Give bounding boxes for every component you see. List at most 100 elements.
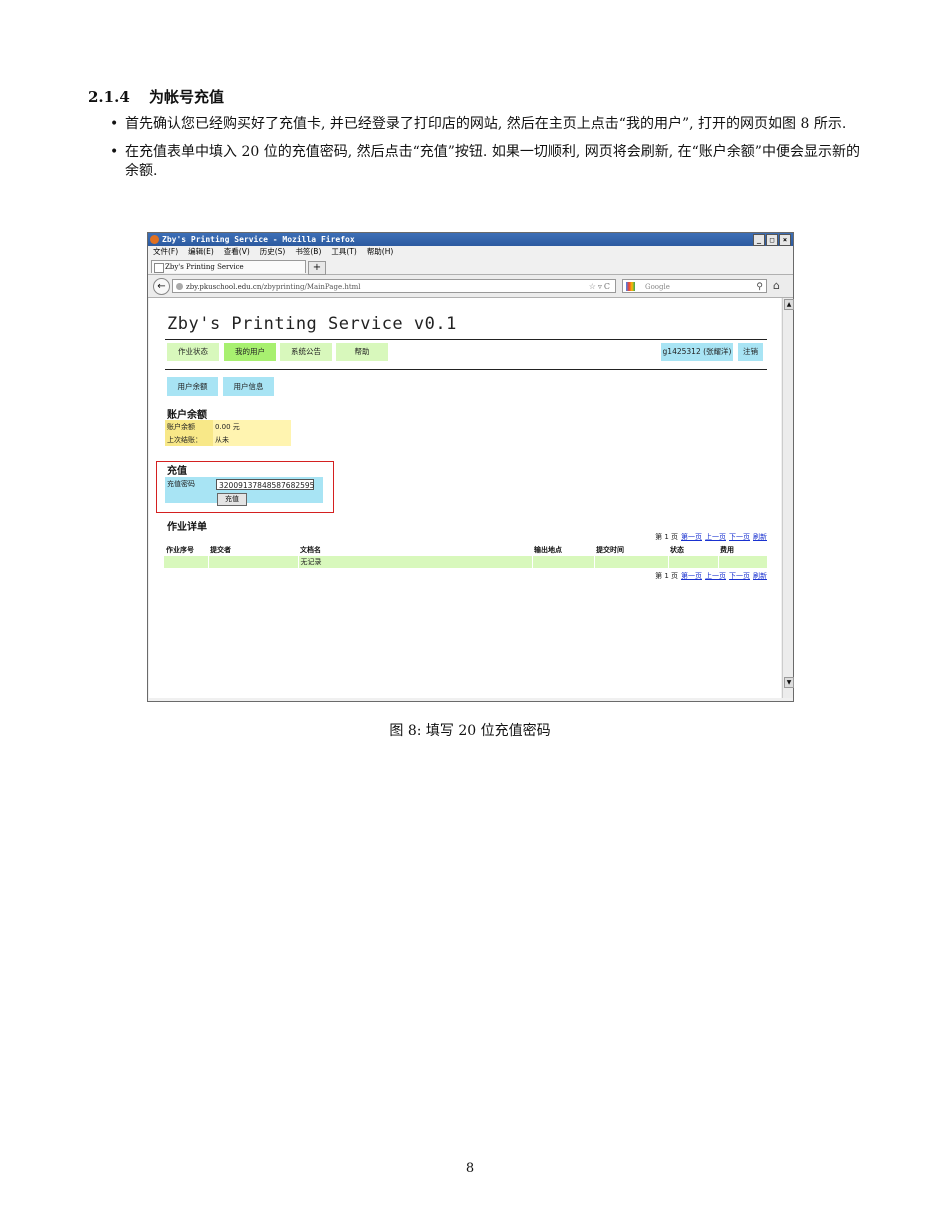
globe-icon [176,283,183,290]
charge-label: 充值密码 [165,477,213,490]
menu-view[interactable]: 查看(V) [224,246,250,258]
search-bar[interactable]: Google ⚲ [622,279,767,293]
section-title: 为帐号充值 [149,88,225,106]
nav-job-status[interactable]: 作业状态 [167,343,219,361]
tab-title: Zby's Printing Service [165,263,244,271]
bullet-icon: • [110,144,119,160]
site-title: Zby's Printing Service v0.1 [167,314,457,334]
tab-bar: Zby's Printing Service + [148,258,793,275]
pager-page: 第 1 页 [655,533,678,541]
bookmark-star-icon[interactable]: ☆▿C [589,280,612,294]
col-submit-time: 提交时间 [596,546,624,554]
nav-my-user[interactable]: 我的用户 [224,343,276,361]
pager-refresh[interactable]: 刷新 [753,533,767,541]
menu-history[interactable]: 历史(S) [260,246,286,258]
nav-help[interactable]: 帮助 [336,343,388,361]
cell [164,556,209,568]
subtab-user-info[interactable]: 用户信息 [223,377,274,396]
col-output: 输出地点 [534,546,562,554]
jobs-heading: 作业详单 [167,522,207,533]
nav-announcements[interactable]: 系统公告 [280,343,332,361]
no-records: 无记录 [298,556,533,568]
header-divider [165,339,767,340]
new-tab-button[interactable]: + [308,261,326,275]
pager-bottom: 第 1 页第一页 上一页 下一页 刷新 [655,571,767,581]
section: 2.1.4 为帐号充值 • 首先确认您已经购买好了充值卡, 并已经登录了打印店的网… [88,86,868,190]
pager-next[interactable]: 下一页 [729,533,750,541]
balance-heading: 账户余额 [167,410,207,421]
col-status: 状态 [670,546,684,554]
page-viewport: Zby's Printing Service v0.1 作业状态 我的用户 系统… [149,298,781,698]
bullet-icon: • [110,116,119,132]
back-arrow-icon[interactable]: ← [153,278,170,295]
logout-button[interactable]: 注销 [738,343,763,361]
charge-button[interactable]: 充值 [217,493,247,506]
page-icon [154,263,164,273]
table-row: 账户余额 0.00 元 [165,420,291,433]
nav-divider [165,369,767,370]
page-number: 8 [465,1161,475,1176]
table-row: 上次结账： 从未 [165,433,291,446]
col-cost: 费用 [720,546,734,554]
bullet-text: 首先确认您已经购买好了充值卡, 并已经登录了打印店的网站, 然后在主页上点击“我… [125,116,847,132]
google-icon [626,282,635,291]
pager-first[interactable]: 第一页 [681,572,702,580]
bullet-list: • 首先确认您已经购买好了充值卡, 并已经登录了打印店的网站, 然后在主页上点击“… [88,115,868,181]
pager-page: 第 1 页 [655,572,678,580]
minimize-button[interactable]: _ [753,234,765,246]
pager-top: 第 1 页第一页 上一页 下一页 刷新 [655,532,767,542]
last-settle-value: 从未 [213,433,291,446]
jobs-table: 作业序号 提交者 文档名 输出地点 提交时间 状态 费用 无记录 [164,544,768,568]
menu-file[interactable]: 文件(F) [153,246,178,258]
search-icon[interactable]: ⚲ [756,280,763,294]
url-path: /zbyprinting/MainPage.html [261,283,361,291]
col-submitter: 提交者 [210,546,231,554]
url-host: zby.pkuschool.edu.cn [186,283,262,291]
navigation-bar: ← zby.pkuschool.edu.cn/zbyprinting/MainP… [148,275,793,298]
pager-refresh[interactable]: 刷新 [753,572,767,580]
table-header-row: 作业序号 提交者 文档名 输出地点 提交时间 状态 费用 [164,544,768,556]
table-row: 无记录 [164,556,768,568]
menu-bar: 文件(F) 编辑(E) 查看(V) 历史(S) 书签(B) 工具(T) 帮助(H… [148,246,793,258]
user-badge[interactable]: g1425312 (张耀洋) [661,343,733,361]
last-settle-label: 上次结账： [165,433,213,446]
menu-tools[interactable]: 工具(T) [331,246,356,258]
maximize-button[interactable]: □ [766,234,778,246]
url-bar[interactable]: zby.pkuschool.edu.cn/zbyprinting/MainPag… [172,279,616,293]
scroll-up-icon[interactable]: ▲ [784,299,794,310]
subtab-balance[interactable]: 用户余额 [167,377,218,396]
pager-prev[interactable]: 上一页 [705,533,726,541]
pager-first[interactable]: 第一页 [681,533,702,541]
browser-tab[interactable]: Zby's Printing Service [151,260,306,273]
section-heading: 2.1.4 为帐号充值 [88,86,868,107]
bullet-item: • 首先确认您已经购买好了充值卡, 并已经登录了打印店的网站, 然后在主页上点击“… [88,115,868,134]
menu-bookmarks[interactable]: 书签(B) [295,246,321,258]
balance-table: 账户余额 0.00 元 上次结账： 从未 [165,420,291,446]
bullet-text: 在充值表单中填入 20 位的充值密码, 然后点击“充值”按钮. 如果一切顺利, … [125,144,860,179]
window-titlebar: Zby's Printing Service - Mozilla Firefox… [148,233,793,246]
window-title: Zby's Printing Service - Mozilla Firefox [162,235,355,244]
charge-heading: 充值 [167,466,187,477]
close-button[interactable]: × [779,234,791,246]
section-number: 2.1.4 [88,88,130,106]
search-placeholder: Google [645,283,670,291]
cell [668,556,719,568]
scroll-down-icon[interactable]: ▼ [784,677,794,688]
balance-label: 账户余额 [165,420,213,433]
firefox-icon [150,235,159,244]
charge-code-input[interactable]: 32009137848587682595 [216,479,314,490]
menu-edit[interactable]: 编辑(E) [188,246,214,258]
figure-caption: 图 8: 填写 20 位充值密码 [389,723,551,739]
cell [532,556,595,568]
pager-prev[interactable]: 上一页 [705,572,726,580]
window-controls: _ □ × [753,234,791,246]
vertical-scrollbar[interactable]: ▲ ▼ [782,298,794,698]
menu-help[interactable]: 帮助(H) [367,246,394,258]
home-icon[interactable]: ⌂ [773,279,780,292]
pager-next[interactable]: 下一页 [729,572,750,580]
bullet-item: • 在充值表单中填入 20 位的充值密码, 然后点击“充值”按钮. 如果一切顺利,… [88,143,868,181]
cell [718,556,768,568]
cell [208,556,299,568]
charge-empty-cell [165,490,213,503]
col-job-id: 作业序号 [166,546,194,554]
